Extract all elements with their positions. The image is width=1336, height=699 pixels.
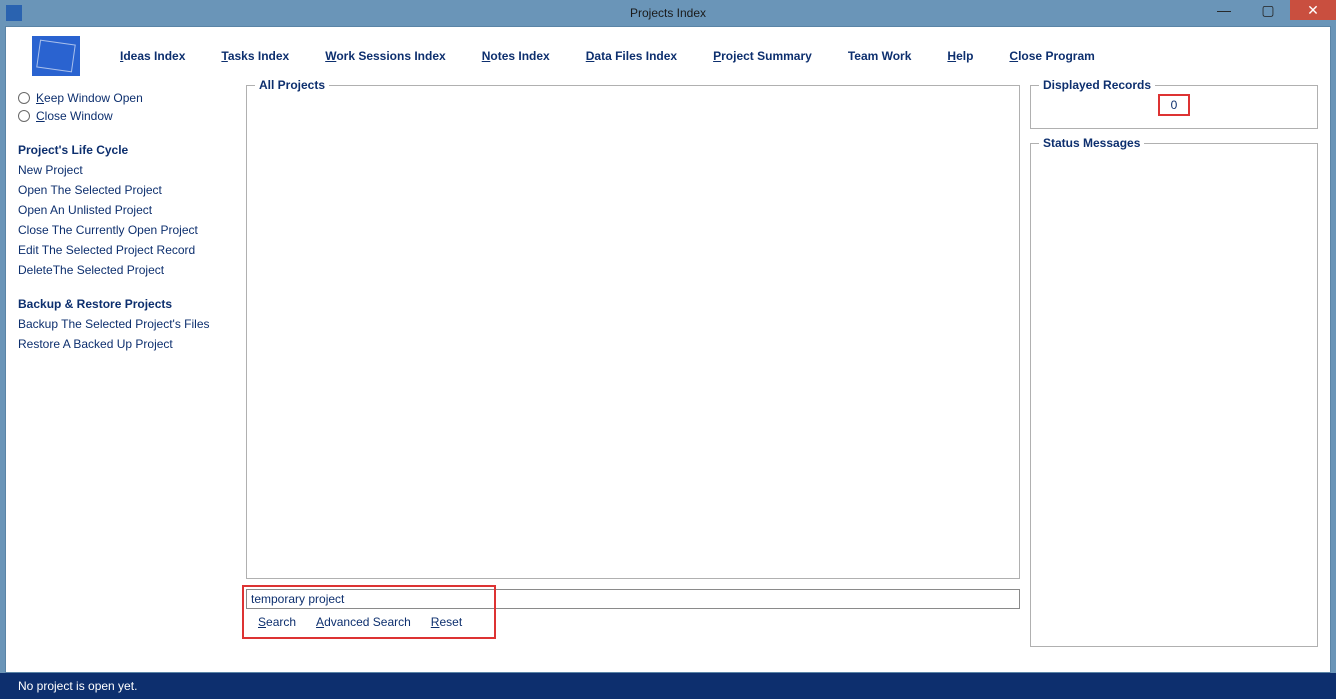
radio-keep-open[interactable]: Keep Window Open [18, 91, 236, 105]
titlebar: Projects Index — ▢ ✕ [0, 0, 1336, 26]
menu-label: Team Work [848, 49, 912, 63]
search-input[interactable] [246, 589, 1020, 609]
search-buttons: Search Advanced Search Reset [246, 615, 1020, 629]
radio-close-window[interactable]: Close Window [18, 109, 236, 123]
link-backup-selected[interactable]: Backup The Selected Project's Files [18, 317, 236, 331]
menu-close[interactable]: Close Program [1009, 49, 1094, 63]
menu-help[interactable]: Help [947, 49, 973, 63]
menu-tasks[interactable]: Tasks Index [221, 49, 289, 63]
advanced-search-button[interactable]: Advanced Search [316, 615, 411, 629]
all-projects-label: All Projects [255, 78, 329, 92]
link-close-current[interactable]: Close The Currently Open Project [18, 223, 236, 237]
link-delete-selected[interactable]: DeleteThe Selected Project [18, 263, 236, 277]
search-area: Search Advanced Search Reset [246, 589, 1020, 629]
menu-label: elp [956, 49, 973, 63]
menu-label: ork Sessions Index [336, 49, 445, 63]
menu-label: deas Index [123, 49, 185, 63]
menu-label: roject Summary [721, 49, 812, 63]
menu-label: lose Program [1018, 49, 1095, 63]
reset-button[interactable]: Reset [431, 615, 462, 629]
close-button[interactable]: ✕ [1290, 0, 1336, 20]
maximize-button[interactable]: ▢ [1246, 0, 1290, 20]
app-window-icon [6, 5, 22, 21]
right-column: Displayed Records 0 Status Messages [1030, 85, 1318, 647]
statusbar-text: No project is open yet. [18, 679, 137, 693]
link-edit-selected[interactable]: Edit The Selected Project Record [18, 243, 236, 257]
window-title: Projects Index [630, 6, 706, 20]
main-window: Ideas Index Tasks Index Work Sessions In… [5, 26, 1331, 673]
section-backup-head: Backup & Restore Projects [18, 297, 236, 311]
close-icon: ✕ [1307, 3, 1319, 17]
all-projects-group: All Projects [246, 85, 1020, 579]
link-open-selected[interactable]: Open The Selected Project [18, 183, 236, 197]
content-area: Keep Window Open Close Window Project's … [6, 85, 1330, 647]
radio-icon [18, 92, 30, 104]
minimize-icon: — [1217, 3, 1231, 17]
menu-notes[interactable]: Notes Index [482, 49, 550, 63]
link-restore-backup[interactable]: Restore A Backed Up Project [18, 337, 236, 351]
radio-label: Keep Window Open [36, 91, 143, 105]
statusbar: No project is open yet. [0, 673, 1336, 699]
main-menu: Ideas Index Tasks Index Work Sessions In… [120, 49, 1095, 63]
menu-data[interactable]: Data Files Index [586, 49, 677, 63]
status-messages-group: Status Messages [1030, 143, 1318, 647]
displayed-records-value: 0 [1158, 94, 1190, 116]
menu-label: ata Files Index [594, 49, 677, 63]
search-button[interactable]: Search [258, 615, 296, 629]
radio-label: Close Window [36, 109, 113, 123]
section-lifecycle-head: Project's Life Cycle [18, 143, 236, 157]
menu-label: asks Index [228, 49, 289, 63]
menu-team[interactable]: Team Work [848, 49, 912, 63]
radio-icon [18, 110, 30, 122]
link-open-unlisted[interactable]: Open An Unlisted Project [18, 203, 236, 217]
maximize-icon: ▢ [1261, 3, 1274, 17]
link-new-project[interactable]: New Project [18, 163, 236, 177]
displayed-records-group: Displayed Records 0 [1030, 85, 1318, 129]
status-messages-label: Status Messages [1039, 136, 1144, 150]
menu-ideas[interactable]: Ideas Index [120, 49, 185, 63]
sidebar: Keep Window Open Close Window Project's … [18, 85, 236, 647]
center-column: All Projects Search Advanced Search Rese… [246, 85, 1020, 647]
menu-summary[interactable]: Project Summary [713, 49, 812, 63]
menu-work[interactable]: Work Sessions Index [325, 49, 446, 63]
displayed-records-label: Displayed Records [1039, 78, 1155, 92]
app-logo-icon [32, 36, 80, 76]
menu-label: otes Index [490, 49, 549, 63]
topbar: Ideas Index Tasks Index Work Sessions In… [6, 27, 1330, 85]
minimize-button[interactable]: — [1202, 0, 1246, 20]
window-controls: — ▢ ✕ [1202, 0, 1336, 22]
